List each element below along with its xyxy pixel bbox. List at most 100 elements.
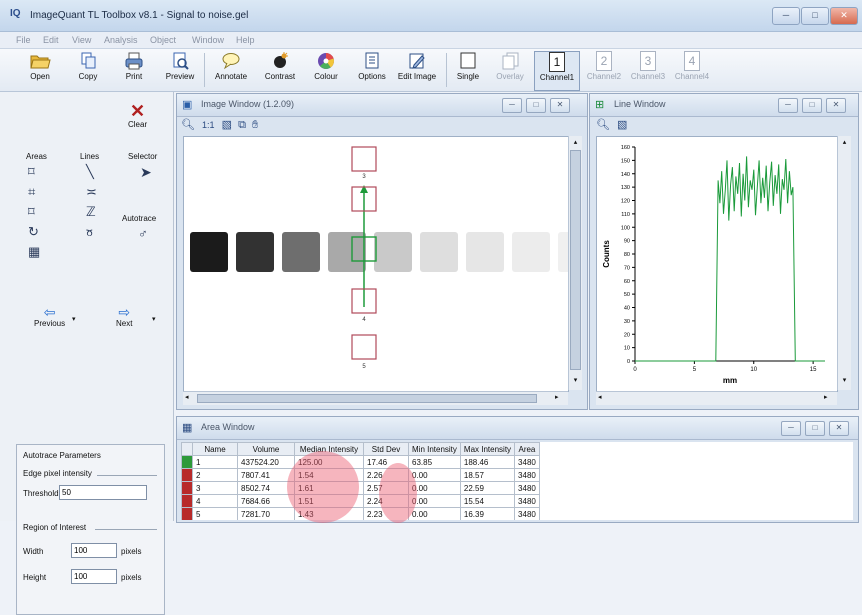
image-horizontal-scrollbar[interactable]: ◂ ▸	[183, 391, 568, 405]
area-window-maximize[interactable]: □	[805, 421, 825, 436]
width-input[interactable]	[71, 543, 117, 558]
menu-help[interactable]: Help	[236, 35, 255, 45]
menu-analysis[interactable]: Analysis	[104, 35, 138, 45]
cell-name: 4	[192, 494, 238, 508]
zoom-region-icon[interactable]: ▧	[617, 119, 627, 131]
scroll-up-icon[interactable]: ▴	[570, 138, 581, 148]
scroll-down-icon[interactable]: ▾	[839, 376, 850, 386]
table-row[interactable]: 3 8502.74 1.61 2.57 0.00 22.59 3480	[181, 481, 540, 495]
y-tick-label: 10	[624, 346, 630, 352]
selector-arrow-icon[interactable]: ➤	[140, 164, 152, 181]
autotrace-icon[interactable]: ♂	[138, 226, 148, 241]
preview-button[interactable]: Preview	[160, 51, 200, 89]
scroll-left-icon[interactable]: ◂	[598, 393, 602, 401]
contrast-button[interactable]: Contrast	[260, 51, 300, 89]
line-plot-area[interactable]: 0 10 20 30 40 50 60 70 80 90 100 110 120 130 140 150 160…	[596, 136, 838, 392]
colour-button[interactable]: Colour	[308, 51, 344, 89]
edit-image-button[interactable]: Edit Image	[394, 51, 440, 89]
close-button[interactable]: ✕	[830, 7, 858, 25]
freehand-line-icon[interactable]: ჾ	[86, 224, 93, 240]
column-header-max[interactable]: Max Intensity	[459, 442, 516, 456]
zoom-icon[interactable]: 🔍︎	[181, 119, 195, 131]
menu-object[interactable]: Object	[150, 35, 176, 45]
colour-wheel-icon	[318, 53, 335, 69]
image-window-minimize[interactable]: ─	[502, 98, 522, 113]
height-input[interactable]	[71, 569, 117, 584]
column-header-min[interactable]: Min Intensity	[408, 442, 461, 456]
single-view-button[interactable]: Single	[450, 51, 486, 89]
vertical-scroll-thumb[interactable]	[570, 150, 581, 370]
area-window-close[interactable]: ✕	[829, 421, 849, 436]
arrow-left-icon: ⇦	[43, 304, 56, 320]
line-window-maximize[interactable]: □	[802, 98, 822, 113]
menu-edit[interactable]: Edit	[43, 35, 59, 45]
table-row[interactable]: 1 437524.20 125.00 17.46 63.85 188.46 3480	[181, 455, 540, 469]
channel1-button[interactable]: 1 Channel1	[534, 51, 580, 91]
rectangle-area-icon[interactable]: ⌑	[28, 164, 35, 180]
y-tick-label: 0	[627, 359, 630, 365]
y-tick-label: 110	[621, 212, 630, 218]
scroll-down-icon[interactable]: ▾	[570, 376, 581, 386]
channel3-button[interactable]: 3 Channel3	[628, 51, 668, 89]
image-window: ▣ Image Window (1.2.09) ─ □ ✕ 🔍︎ 1:1 ▧ ⧉…	[176, 93, 596, 410]
polygon-area-icon[interactable]: ⌗	[28, 184, 35, 200]
pan-hand-icon[interactable]: ✋︎	[252, 119, 258, 131]
cell-name: 1	[192, 455, 238, 469]
line-vertical-scrollbar[interactable]: ▴ ▾	[837, 136, 851, 390]
print-button[interactable]: Print	[116, 51, 152, 89]
copy-button[interactable]: Copy	[70, 51, 106, 89]
segmented-line-icon[interactable]: ℤ	[86, 204, 96, 220]
line-window-close[interactable]: ✕	[826, 98, 846, 113]
horizontal-scroll-thumb[interactable]	[197, 394, 537, 403]
channel2-button[interactable]: 2 Channel2	[584, 51, 624, 89]
image-vertical-scrollbar[interactable]: ▴ ▾	[568, 136, 582, 390]
previous-button[interactable]: ⇦ Previous	[34, 305, 65, 328]
clear-tool[interactable]: ✕ Clear	[128, 102, 147, 129]
menu-window[interactable]: Window	[192, 35, 224, 45]
freehand-area-icon[interactable]: ↻	[28, 224, 39, 240]
column-header-area[interactable]: Area	[514, 442, 540, 456]
menu-file[interactable]: File	[16, 35, 31, 45]
column-header-volume[interactable]: Volume	[237, 442, 295, 456]
next-dropdown-icon[interactable]: ▾	[152, 315, 156, 323]
column-header-name[interactable]: Name	[192, 442, 238, 456]
array-area-icon[interactable]: ▦	[28, 244, 40, 260]
overlay-view-button[interactable]: Overlay	[490, 51, 530, 89]
image-window-maximize[interactable]: □	[526, 98, 546, 113]
image-window-close[interactable]: ✕	[550, 98, 570, 113]
gel-image-canvas[interactable]: 3 4 5	[183, 136, 596, 392]
table-row[interactable]: 4 7684.66 1.51 2.24 0.00 15.54 3480	[181, 494, 540, 508]
line-horizontal-scrollbar[interactable]: ◂ ▸	[596, 391, 837, 405]
menu-view[interactable]: View	[72, 35, 91, 45]
window-title: ImageQuant TL Toolbox v8.1 - Signal to n…	[30, 10, 249, 21]
grid-area-icon[interactable]: ⌑	[28, 204, 35, 220]
line-window-minimize[interactable]: ─	[778, 98, 798, 113]
minimize-button[interactable]: ─	[772, 7, 800, 25]
area-window-minimize[interactable]: ─	[781, 421, 801, 436]
y-tick-label: 130	[621, 185, 630, 191]
open-button[interactable]: Open	[20, 51, 60, 89]
double-line-icon[interactable]: ≍	[86, 184, 97, 200]
zoom-icon[interactable]: 🔍︎	[596, 119, 610, 131]
threshold-label: Threshold	[23, 489, 59, 498]
threshold-input[interactable]	[59, 485, 147, 500]
scroll-up-icon[interactable]: ▴	[839, 138, 850, 148]
fit-icon[interactable]: 1:1	[202, 120, 215, 130]
scroll-right-icon[interactable]: ▸	[555, 393, 559, 401]
column-header[interactable]	[181, 442, 193, 456]
maximize-button[interactable]: □	[801, 7, 829, 25]
table-row[interactable]: 2 7807.41 1.54 2.26 0.00 18.57 3480	[181, 468, 540, 482]
next-button[interactable]: ⇨ Next	[116, 305, 132, 328]
table-row[interactable]: 5 7281.70 1.43 2.23 0.00 16.39 3480	[181, 507, 540, 520]
area-window-title: Area Window	[201, 422, 255, 432]
column-header-std[interactable]: Std Dev	[363, 442, 409, 456]
options-button[interactable]: Options	[352, 51, 392, 89]
channel4-button[interactable]: 4 Channel4	[672, 51, 712, 89]
straight-line-icon[interactable]: ╲	[86, 164, 94, 180]
scroll-left-icon[interactable]: ◂	[185, 393, 189, 401]
zoom-region-icon[interactable]: ▧	[222, 119, 232, 131]
scroll-right-icon[interactable]: ▸	[824, 393, 828, 401]
annotate-button[interactable]: Annotate	[208, 51, 254, 89]
select-region-icon[interactable]: ⧉	[238, 119, 246, 131]
previous-dropdown-icon[interactable]: ▾	[72, 315, 76, 323]
